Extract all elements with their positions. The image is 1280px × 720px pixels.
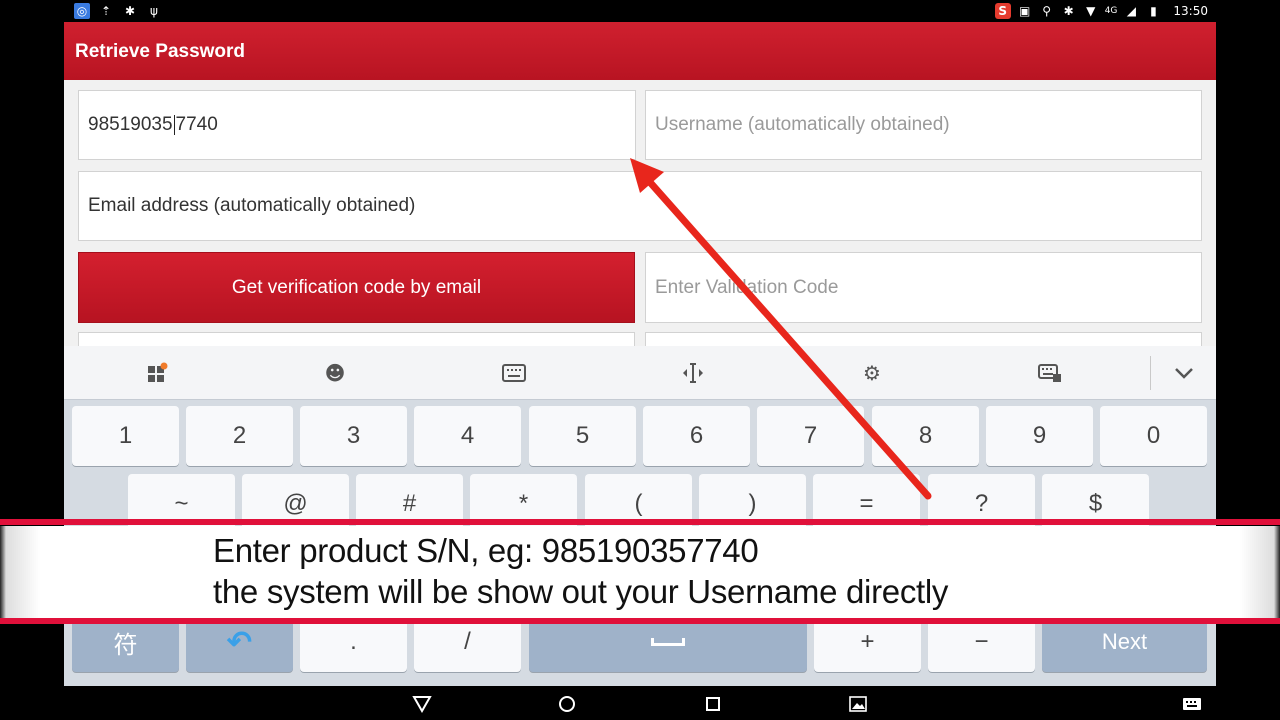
subtitle-line-1: Enter product S/N, eg: 985190357740: [213, 532, 759, 569]
serial-number-input[interactable]: 98519035 7740: [78, 90, 636, 160]
return-arrow-icon: ↶: [226, 625, 253, 659]
upload-icon: ⇡: [100, 4, 112, 18]
key-5[interactable]: 5: [529, 406, 636, 466]
subtitle-banner: Enter product S/N, eg: 985190357740 the …: [0, 526, 1280, 618]
signal-icon: ◢: [1126, 4, 1137, 18]
key-8[interactable]: 8: [872, 406, 979, 466]
text-caret: [173, 115, 175, 135]
validation-code-placeholder: Enter Validation Code: [655, 276, 839, 298]
key-at[interactable]: @: [242, 474, 349, 534]
key-hash[interactable]: #: [356, 474, 463, 534]
emoji-icon[interactable]: ☻: [322, 360, 348, 386]
cursor-icon[interactable]: [680, 360, 706, 386]
serial-number-value-end: 7740: [175, 114, 218, 135]
username-field[interactable]: Username (automatically obtained): [645, 90, 1202, 160]
key-9[interactable]: 9: [986, 406, 1093, 466]
key-close-paren[interactable]: ): [699, 474, 806, 534]
status-clock: 13:50: [1173, 4, 1208, 18]
email-value: Email address (automatically obtained): [88, 195, 416, 216]
space-icon: [651, 638, 685, 646]
settings-icon[interactable]: ⚙: [859, 360, 885, 386]
key-question[interactable]: ?: [928, 474, 1035, 534]
key-3[interactable]: 3: [300, 406, 407, 466]
subtitle-line-2: the system will be show out your Usernam…: [213, 573, 949, 610]
network-type-label: 4G: [1104, 6, 1118, 16]
apps-icon[interactable]: [144, 360, 170, 386]
key-0[interactable]: 0: [1100, 406, 1207, 466]
page-title: Retrieve Password: [75, 41, 246, 62]
bluetooth-icon: ✱: [124, 4, 136, 18]
subtitle-top-line: [0, 519, 1280, 525]
keyboard-indicator-icon[interactable]: [1181, 693, 1203, 715]
validation-code-input[interactable]: Enter Validation Code: [645, 252, 1202, 323]
cast-icon: ▣: [1019, 4, 1031, 18]
screenshot-icon[interactable]: [847, 693, 869, 715]
get-verification-code-button[interactable]: Get verification code by email: [78, 252, 635, 323]
key-open-paren[interactable]: (: [585, 474, 692, 534]
serial-number-value-start: 98519035: [88, 114, 173, 135]
battery-icon: ▮: [1150, 4, 1157, 18]
email-field[interactable]: Email address (automatically obtained): [78, 171, 1202, 241]
key-6[interactable]: 6: [643, 406, 750, 466]
wifi-icon: ▼: [1086, 4, 1096, 18]
key-1[interactable]: 1: [72, 406, 179, 466]
location-icon: ⚲: [1042, 4, 1052, 18]
key-tilde[interactable]: ~: [128, 474, 235, 534]
key-asterisk[interactable]: *: [470, 474, 577, 534]
usb-icon: ψ: [150, 4, 158, 18]
username-placeholder: Username (automatically obtained): [655, 114, 950, 135]
bluetooth-icon: ✱: [1063, 4, 1074, 18]
app-bar: Retrieve Password: [64, 22, 1216, 80]
status-bar: ◎ ⇡ ✱ ψ S ▣ ⚲ ✱ ▼ 4G ◢ ▮ 13:50: [64, 0, 1216, 22]
keyboard-toolbar: ☻ ⚙: [64, 346, 1216, 400]
soft-keyboard: ☻ ⚙ 1 2 3 4 5 6 7 8 9 0 ~ @ # * () = ? …: [64, 346, 1216, 686]
toolbar-divider: [1150, 356, 1151, 390]
key-7[interactable]: 7: [757, 406, 864, 466]
home-icon[interactable]: [556, 693, 578, 715]
navigation-bar: [64, 686, 1216, 720]
back-icon[interactable]: [411, 693, 433, 715]
key-2[interactable]: 2: [186, 406, 293, 466]
recents-icon[interactable]: [702, 693, 724, 715]
keyboard-icon[interactable]: [501, 360, 527, 386]
key-equals[interactable]: =: [813, 474, 920, 534]
subtitle-bottom-line: [0, 618, 1280, 624]
collapse-icon[interactable]: [1171, 360, 1197, 386]
keyboard-switch-icon[interactable]: [1037, 360, 1063, 386]
key-dollar[interactable]: $: [1042, 474, 1149, 534]
sogou-icon: S: [994, 3, 1011, 19]
key-4[interactable]: 4: [414, 406, 521, 466]
app-icon: ◎: [74, 3, 90, 19]
